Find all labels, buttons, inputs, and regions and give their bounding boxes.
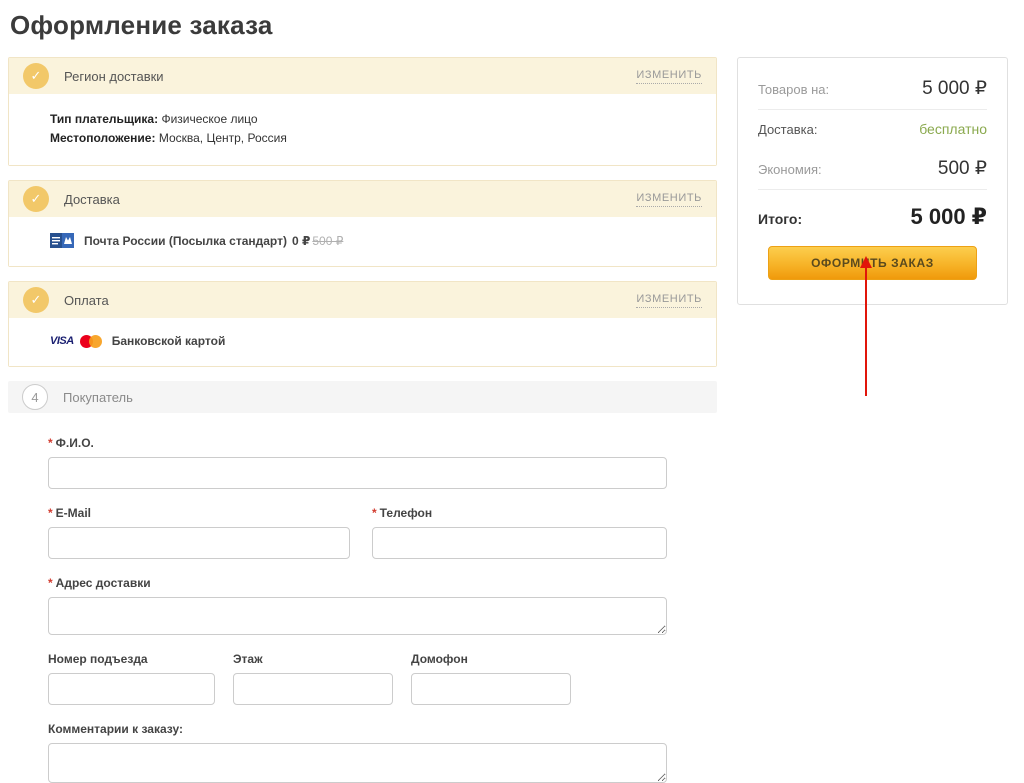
- floor-label: Этаж: [233, 652, 393, 666]
- page-title: Оформление заказа: [10, 10, 1024, 41]
- checkout-layout: ✓ Регион доставки ИЗМЕНИТЬ Тип плательщи…: [0, 57, 1024, 783]
- items-total-label: Товаров на:: [758, 82, 829, 97]
- section-payment-body: VISA Банковской картой: [9, 318, 716, 366]
- section-delivery-method: ✓ Доставка ИЗМЕНИТЬ Почта России (Посылк…: [8, 180, 717, 267]
- delivery-cost-value: бесплатно: [919, 121, 987, 137]
- order-summary-card: Товаров на: 5 000 ₽ Доставка: бесплатно …: [737, 57, 1008, 305]
- delivery-method-row: Почта России (Посылка стандарт) 0 ₽ 500 …: [50, 233, 700, 248]
- payer-type-value: Физическое лицо: [161, 112, 257, 126]
- phone-cell: *Телефон: [372, 489, 667, 559]
- required-marker: *: [48, 576, 53, 590]
- section-customer-header: 4 Покупатель: [8, 381, 717, 413]
- delivery-method-name: Почта России (Посылка стандарт): [84, 234, 287, 248]
- payer-type-line: Тип плательщика: Физическое лицо: [50, 110, 700, 129]
- intercom-input[interactable]: [411, 673, 571, 705]
- required-marker: *: [372, 506, 377, 520]
- comments-textarea[interactable]: [48, 743, 667, 783]
- phone-input[interactable]: [372, 527, 667, 559]
- intercom-label: Домофон: [411, 652, 571, 666]
- total-label: Итого:: [758, 211, 802, 227]
- section-delivery-method-header: ✓ Доставка ИЗМЕНИТЬ: [9, 181, 716, 217]
- floor-cell: Этаж: [233, 635, 393, 705]
- fio-input[interactable]: [48, 457, 667, 489]
- entrance-label: Номер подъезда: [48, 652, 215, 666]
- russian-post-logo-icon: [50, 233, 74, 248]
- payment-method-name: Банковской картой: [112, 334, 226, 348]
- section-delivery-region-body: Тип плательщика: Физическое лицо Местопо…: [9, 94, 716, 165]
- check-icon: ✓: [23, 186, 49, 212]
- email-phone-row: *E-Mail *Телефон: [48, 489, 717, 559]
- section-title: Оплата: [64, 293, 109, 308]
- change-delivery-link[interactable]: ИЗМЕНИТЬ: [636, 191, 702, 207]
- intercom-cell: Домофон: [411, 635, 571, 705]
- section-title: Доставка: [64, 192, 120, 207]
- required-marker: *: [48, 506, 53, 520]
- customer-form: *Ф.И.О. *E-Mail *Телефон *Адр: [8, 413, 717, 783]
- check-icon: ✓: [23, 63, 49, 89]
- address-textarea[interactable]: [48, 597, 667, 635]
- required-marker: *: [48, 436, 53, 450]
- location-line: Местоположение: Москва, Центр, Россия: [50, 129, 700, 148]
- address-label: *Адрес доставки: [48, 576, 717, 590]
- location-value: Москва, Центр, Россия: [159, 131, 287, 145]
- change-payment-link[interactable]: ИЗМЕНИТЬ: [636, 292, 702, 308]
- summary-row-items: Товаров на: 5 000 ₽: [758, 66, 987, 110]
- items-total-value: 5 000 ₽: [922, 77, 987, 100]
- visa-logo-icon: VISA: [50, 335, 74, 347]
- savings-value: 500 ₽: [938, 157, 987, 180]
- floor-input[interactable]: [233, 673, 393, 705]
- delivery-old-price: 500 ₽: [312, 234, 343, 248]
- mastercard-logo-icon: [80, 335, 102, 348]
- section-payment: ✓ Оплата ИЗМЕНИТЬ VISA Банковской картой: [8, 281, 717, 367]
- fio-label: *Ф.И.О.: [48, 436, 717, 450]
- email-label: *E-Mail: [48, 506, 350, 520]
- entrance-floor-intercom-row: Номер подъезда Этаж Домофон: [48, 635, 717, 705]
- email-input[interactable]: [48, 527, 350, 559]
- location-label: Местоположение:: [50, 131, 155, 145]
- place-order-button[interactable]: ОФОРМИТЬ ЗАКАЗ: [768, 246, 977, 280]
- section-delivery-region: ✓ Регион доставки ИЗМЕНИТЬ Тип плательщи…: [8, 57, 717, 166]
- email-cell: *E-Mail: [48, 489, 350, 559]
- checkout-steps: ✓ Регион доставки ИЗМЕНИТЬ Тип плательщи…: [8, 57, 717, 783]
- delivery-price: 0 ₽: [292, 234, 310, 248]
- order-summary-column: Товаров на: 5 000 ₽ Доставка: бесплатно …: [737, 57, 1008, 305]
- entrance-cell: Номер подъезда: [48, 635, 215, 705]
- comments-label: Комментарии к заказу:: [48, 722, 717, 736]
- summary-row-delivery: Доставка: бесплатно: [758, 110, 987, 146]
- check-icon: ✓: [23, 287, 49, 313]
- section-title: Покупатель: [63, 390, 133, 405]
- delivery-cost-label: Доставка:: [758, 122, 817, 137]
- summary-row-savings: Экономия: 500 ₽: [758, 146, 987, 190]
- change-region-link[interactable]: ИЗМЕНИТЬ: [636, 68, 702, 84]
- total-value: 5 000 ₽: [911, 204, 987, 230]
- entrance-input[interactable]: [48, 673, 215, 705]
- savings-label: Экономия:: [758, 162, 822, 177]
- phone-label: *Телефон: [372, 506, 667, 520]
- section-title: Регион доставки: [64, 69, 164, 84]
- payment-method-row: VISA Банковской картой: [50, 334, 700, 348]
- payer-type-label: Тип плательщика:: [50, 112, 158, 126]
- summary-total-row: Итого: 5 000 ₽: [758, 190, 987, 236]
- section-delivery-method-body: Почта России (Посылка стандарт) 0 ₽ 500 …: [9, 217, 716, 266]
- section-delivery-region-header: ✓ Регион доставки ИЗМЕНИТЬ: [9, 58, 716, 94]
- step-number-badge: 4: [22, 384, 48, 410]
- section-payment-header: ✓ Оплата ИЗМЕНИТЬ: [9, 282, 716, 318]
